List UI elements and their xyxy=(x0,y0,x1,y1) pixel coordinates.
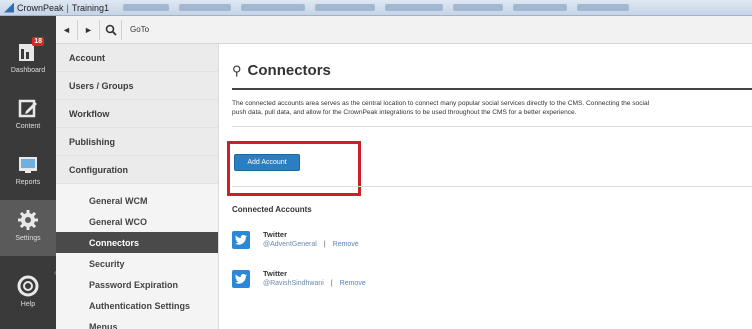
app-window: CrownPeak | Training1 18 Dashboard Conte… xyxy=(0,0,752,329)
bookmark-item[interactable] xyxy=(241,4,306,11)
notification-badge: 18 xyxy=(32,37,44,46)
account-service: Twitter xyxy=(263,269,288,278)
bookmark-item[interactable] xyxy=(577,4,630,11)
bookmarks-bar xyxy=(123,4,630,11)
remove-account-link[interactable]: Remove xyxy=(340,280,366,287)
rail-label: Settings xyxy=(15,235,41,242)
nav-group-workflow[interactable]: Workflow xyxy=(56,100,218,128)
goto-button[interactable]: GoTo xyxy=(122,25,157,34)
account-username: @AdventGeneral xyxy=(263,241,317,248)
browser-bar: CrownPeak | Training1 xyxy=(0,0,752,16)
browser-tab-title[interactable]: CrownPeak xyxy=(17,3,64,13)
lifebuoy-icon xyxy=(17,275,39,297)
bookmark-item[interactable] xyxy=(315,4,376,11)
account-details: @AdventGeneral | Remove xyxy=(263,241,359,248)
nav-item-authentication-settings[interactable]: Authentication Settings xyxy=(56,295,218,316)
section-divider xyxy=(232,126,752,127)
rail-label: Help xyxy=(20,301,36,308)
nav-item-general-wco[interactable]: General WCO xyxy=(56,211,218,232)
browser-tab-title[interactable]: Training1 xyxy=(72,3,109,13)
rail-label: Reports xyxy=(15,179,41,186)
description-line: The connected accounts area serves as th… xyxy=(232,100,650,107)
bookmark-item[interactable] xyxy=(123,4,170,11)
forward-arrow-icon: ► xyxy=(84,24,93,35)
account-separator: | xyxy=(323,241,326,248)
connected-accounts-heading: Connected Accounts xyxy=(232,205,312,214)
remove-account-link[interactable]: Remove xyxy=(333,241,359,248)
settings-nav: Account Users / Groups Workflow Publishi… xyxy=(56,44,219,329)
account-service: Twitter xyxy=(263,230,288,239)
back-button[interactable]: ◄ xyxy=(56,19,78,40)
rail-item-reports[interactable]: Reports xyxy=(0,144,56,200)
nav-item-security[interactable]: Security xyxy=(56,253,218,274)
page-description: The connected accounts area serves as th… xyxy=(232,99,752,117)
connectors-icon: ⚲ xyxy=(232,62,242,78)
account-username: @RavishSindhwani xyxy=(263,280,324,287)
title-divider xyxy=(232,88,752,90)
crownpeak-logo-icon xyxy=(4,2,14,13)
rail-label: Dashboard xyxy=(10,67,46,74)
main-panel: ⚲ Connectors The connected accounts area… xyxy=(220,44,752,329)
toolbar: ◄ ► GoTo xyxy=(56,16,752,44)
reports-icon xyxy=(17,153,39,175)
nav-group-publishing[interactable]: Publishing xyxy=(56,128,218,156)
nav-group-configuration[interactable]: Configuration xyxy=(56,156,218,184)
rail-item-settings[interactable]: Settings xyxy=(0,200,56,256)
nav-item-general-wcm[interactable]: General WCM xyxy=(56,190,218,211)
rail-item-content[interactable]: Content xyxy=(0,88,56,144)
search-icon xyxy=(105,24,117,36)
main-rail: 18 Dashboard Content Reports Settings He… xyxy=(0,16,56,329)
twitter-icon xyxy=(232,270,250,288)
nav-item-password-expiration[interactable]: Password Expiration xyxy=(56,274,218,295)
nav-group-users-groups[interactable]: Users / Groups xyxy=(56,72,218,100)
rail-item-dashboard[interactable]: 18 Dashboard xyxy=(0,32,56,88)
dashboard-icon: 18 xyxy=(17,37,44,63)
rail-label: Content xyxy=(15,123,41,130)
page-header: ⚲ Connectors xyxy=(232,62,331,79)
nav-item-menus[interactable]: Menus xyxy=(56,316,218,329)
add-account-button[interactable]: Add Account xyxy=(234,154,300,171)
edit-icon xyxy=(17,97,39,119)
nav-group-account[interactable]: Account xyxy=(56,44,218,72)
nav-item-connectors[interactable]: Connectors xyxy=(56,232,218,253)
back-arrow-icon: ◄ xyxy=(62,24,71,35)
bookmark-item[interactable] xyxy=(513,4,568,11)
account-separator: | xyxy=(330,280,333,287)
gear-icon xyxy=(17,209,39,231)
bookmark-item[interactable] xyxy=(453,4,504,11)
forward-button[interactable]: ► xyxy=(78,19,100,40)
bookmark-item[interactable] xyxy=(179,4,232,11)
search-button[interactable] xyxy=(100,19,122,40)
account-details: @RavishSindhwani | Remove xyxy=(263,280,366,287)
bookmark-item[interactable] xyxy=(385,4,444,11)
twitter-icon xyxy=(232,231,250,249)
account-item: Twitter @RavishSindhwani | Remove xyxy=(232,268,532,294)
description-line: push data, pull data, and allow for the … xyxy=(232,109,577,116)
page-title: Connectors xyxy=(247,62,331,79)
account-item: Twitter @AdventGeneral | Remove xyxy=(232,229,532,255)
tab-separator: | xyxy=(66,2,69,13)
rail-item-help[interactable]: Help xyxy=(0,266,56,322)
section-divider xyxy=(232,186,752,187)
